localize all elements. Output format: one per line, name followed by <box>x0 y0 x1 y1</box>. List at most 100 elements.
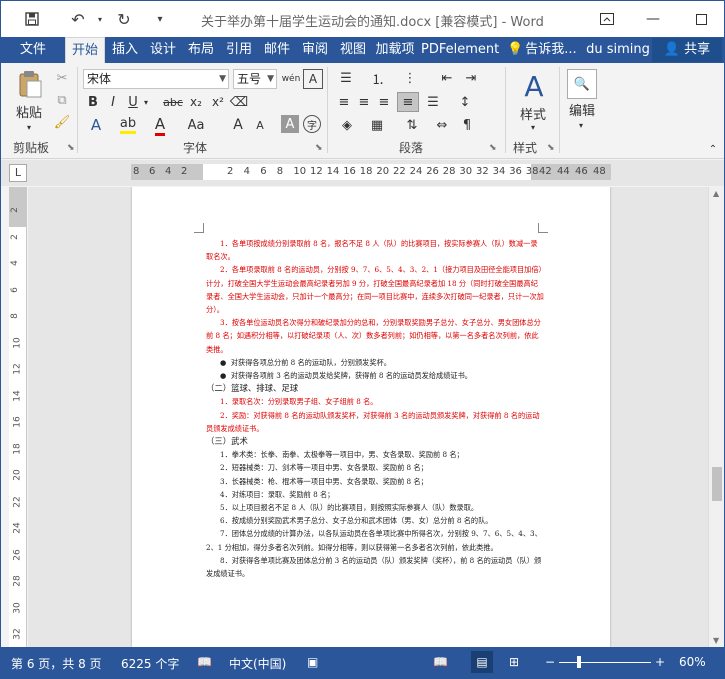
minimize-icon[interactable]: — <box>630 1 676 37</box>
tab-selector[interactable]: L <box>9 164 27 182</box>
text-effects-icon[interactable]: A <box>85 115 107 135</box>
zoom-in-icon[interactable]: + <box>655 655 665 669</box>
styles-button-label[interactable]: 样式 <box>513 105 553 123</box>
share-button[interactable]: 👤 共享 <box>652 38 722 62</box>
strikethrough-icon[interactable]: abc <box>161 93 185 111</box>
line-spacing-icon[interactable]: ↕ <box>453 93 477 111</box>
cut-icon[interactable]: ✂ <box>53 69 71 87</box>
undo-dropdown-icon[interactable]: ▾ <box>87 7 113 31</box>
tab-home[interactable]: 开始 <box>65 37 105 63</box>
editing-dropdown-icon[interactable]: ▾ <box>575 119 587 131</box>
save-icon[interactable] <box>19 7 45 31</box>
vertical-scrollbar[interactable]: ▲ ▼ <box>708 187 724 647</box>
change-case-icon[interactable]: Aa <box>183 115 209 135</box>
numbering-icon[interactable]: ⒈ <box>365 69 391 88</box>
subscript-icon[interactable]: x₂ <box>187 93 205 111</box>
shrink-font-icon[interactable]: A <box>251 115 269 135</box>
find-icon[interactable]: 🔍 <box>567 69 597 99</box>
character-border-icon[interactable]: A <box>303 69 323 89</box>
clipboard-launcher-icon[interactable]: ⬊ <box>67 143 75 153</box>
tab-review[interactable]: 审阅 <box>297 37 333 63</box>
font-name-combo[interactable]: 宋体 ▼ <box>83 69 229 89</box>
copy-icon[interactable]: ⧉ <box>53 91 71 109</box>
tab-file[interactable]: 文件 <box>5 37 61 63</box>
collapse-ribbon-icon[interactable]: ⌃ <box>707 143 719 155</box>
shading-icon[interactable]: ◈ <box>335 115 359 135</box>
word-count[interactable]: 6225 个字 <box>121 655 179 672</box>
styles-launcher-icon[interactable]: ⬊ <box>547 143 555 153</box>
read-mode-icon[interactable]: 📖 <box>433 655 448 669</box>
sort-icon[interactable]: ⇅ <box>401 115 423 135</box>
tab-layout[interactable]: 布局 <box>183 37 219 63</box>
multilevel-list-icon[interactable]: ⋮ <box>397 69 423 87</box>
user-name[interactable]: du siming <box>585 37 651 63</box>
character-shading-icon[interactable]: A <box>281 115 299 133</box>
vertical-ruler[interactable]: 2 2 4 6 8 10 12 14 16 18 20 22 24 26 28 30 32 <box>9 187 27 647</box>
tab-pdfelement[interactable]: PDFelement <box>421 37 499 63</box>
paste-icon[interactable] <box>11 69 47 99</box>
horizontal-ruler[interactable]: 8 6 4 2 2 4 6 8 10 12 14 16 18 20 22 24 26 28 30 32 34 36 38 42… <box>131 164 611 180</box>
align-center-icon[interactable]: ≡ <box>355 93 373 111</box>
redo-icon[interactable]: ↻ <box>111 7 137 31</box>
tab-addins[interactable]: 加载项 <box>373 37 417 63</box>
decrease-indent-icon[interactable]: ⇤ <box>437 69 457 87</box>
zoom-slider-thumb[interactable] <box>577 656 581 668</box>
paragraph: 3．按各单位运动员名次得分和破纪录加分的总和，分别录取奖励男子总分、女子总分、男… <box>206 318 541 354</box>
tab-insert[interactable]: 插入 <box>107 37 143 63</box>
font-size-combo[interactable]: 五号 ▼ <box>233 69 277 89</box>
increase-indent-icon[interactable]: ⇥ <box>461 69 481 87</box>
paste-dropdown-icon[interactable]: ▾ <box>21 121 37 133</box>
proofing-icon[interactable]: 📖 <box>197 655 212 669</box>
align-left-icon[interactable]: ≡ <box>335 93 353 111</box>
paste-label[interactable]: 粘贴 <box>9 103 49 121</box>
paragraph-launcher-icon[interactable]: ⬊ <box>489 143 497 153</box>
customize-quick-access-icon[interactable]: ▾ <box>147 7 173 31</box>
borders-icon[interactable]: ▦ <box>365 115 389 135</box>
tab-mailings[interactable]: 邮件 <box>259 37 295 63</box>
styles-dropdown-icon[interactable]: ▾ <box>527 121 539 133</box>
macro-icon[interactable]: ▣ <box>307 655 318 669</box>
grow-font-icon[interactable]: A <box>229 115 247 135</box>
underline-dropdown-icon[interactable]: ▾ <box>141 93 151 111</box>
clear-formatting-icon[interactable]: ⌫ <box>229 93 249 111</box>
italic-icon[interactable]: I <box>105 93 121 111</box>
tab-design[interactable]: 设计 <box>145 37 181 63</box>
red-list-1: 1．各单项按成绩分别录取前 8 名，报名不足 8 人（队）的比赛项目，按实际参赛… <box>206 237 544 356</box>
tab-view[interactable]: 视图 <box>335 37 371 63</box>
highlight-icon[interactable]: ab <box>117 115 139 135</box>
scroll-down-icon[interactable]: ▼ <box>713 636 719 645</box>
tab-references[interactable]: 引用 <box>221 37 257 63</box>
asian-layout-icon[interactable]: ⇔ <box>431 115 453 135</box>
bullets-icon[interactable]: ☰ <box>333 69 359 87</box>
section-heading: （二）篮球、排球、足球 <box>206 383 299 394</box>
enclose-characters-icon[interactable]: 字 <box>303 115 321 133</box>
align-right-icon[interactable]: ≡ <box>375 93 393 111</box>
bold-icon[interactable]: B <box>85 93 101 111</box>
zoom-level[interactable]: 60% <box>679 655 706 669</box>
document-canvas[interactable]: 1．各单项按成绩分别录取前 8 名，报名不足 8 人（队）的比赛项目，按实际参赛… <box>28 187 708 647</box>
zoom-out-icon[interactable]: − <box>545 655 555 669</box>
font-launcher-icon[interactable]: ⬊ <box>315 143 323 153</box>
show-formatting-marks-icon[interactable]: ¶ <box>457 115 477 135</box>
scrollbar-thumb[interactable] <box>712 467 722 501</box>
ribbon-display-options-icon[interactable] <box>584 1 630 37</box>
scroll-up-icon[interactable]: ▲ <box>713 189 719 198</box>
justify-icon[interactable]: ≡ <box>397 92 419 112</box>
language[interactable]: 中文(中国) <box>229 655 286 672</box>
web-layout-icon[interactable]: ⊞ <box>509 655 519 669</box>
document-page[interactable]: 1．各单项按成绩分别录取前 8 名，报名不足 8 人（队）的比赛项目，按实际参赛… <box>132 187 610 647</box>
font-color-icon[interactable]: A <box>149 115 171 136</box>
underline-icon[interactable]: U <box>125 93 141 111</box>
distributed-icon[interactable]: ☰ <box>423 93 443 111</box>
page-count[interactable]: 第 6 页，共 8 页 <box>11 655 102 672</box>
document-body[interactable]: 1．各单项按成绩分别录取前 8 名，报名不足 8 人（队）的比赛项目，按实际参赛… <box>206 237 544 580</box>
maximize-icon[interactable] <box>678 1 724 37</box>
phonetic-guide-icon[interactable]: wén <box>281 69 301 89</box>
styles-icon[interactable]: A <box>517 69 551 103</box>
editing-button-label[interactable]: 编辑 <box>563 101 601 119</box>
tell-me-search[interactable]: 告诉我... <box>525 37 577 63</box>
format-painter-icon[interactable]: 🖌 <box>53 113 71 131</box>
zoom-slider[interactable] <box>559 662 651 663</box>
superscript-icon[interactable]: x² <box>209 93 227 111</box>
print-layout-icon[interactable]: ▤ <box>471 651 493 673</box>
